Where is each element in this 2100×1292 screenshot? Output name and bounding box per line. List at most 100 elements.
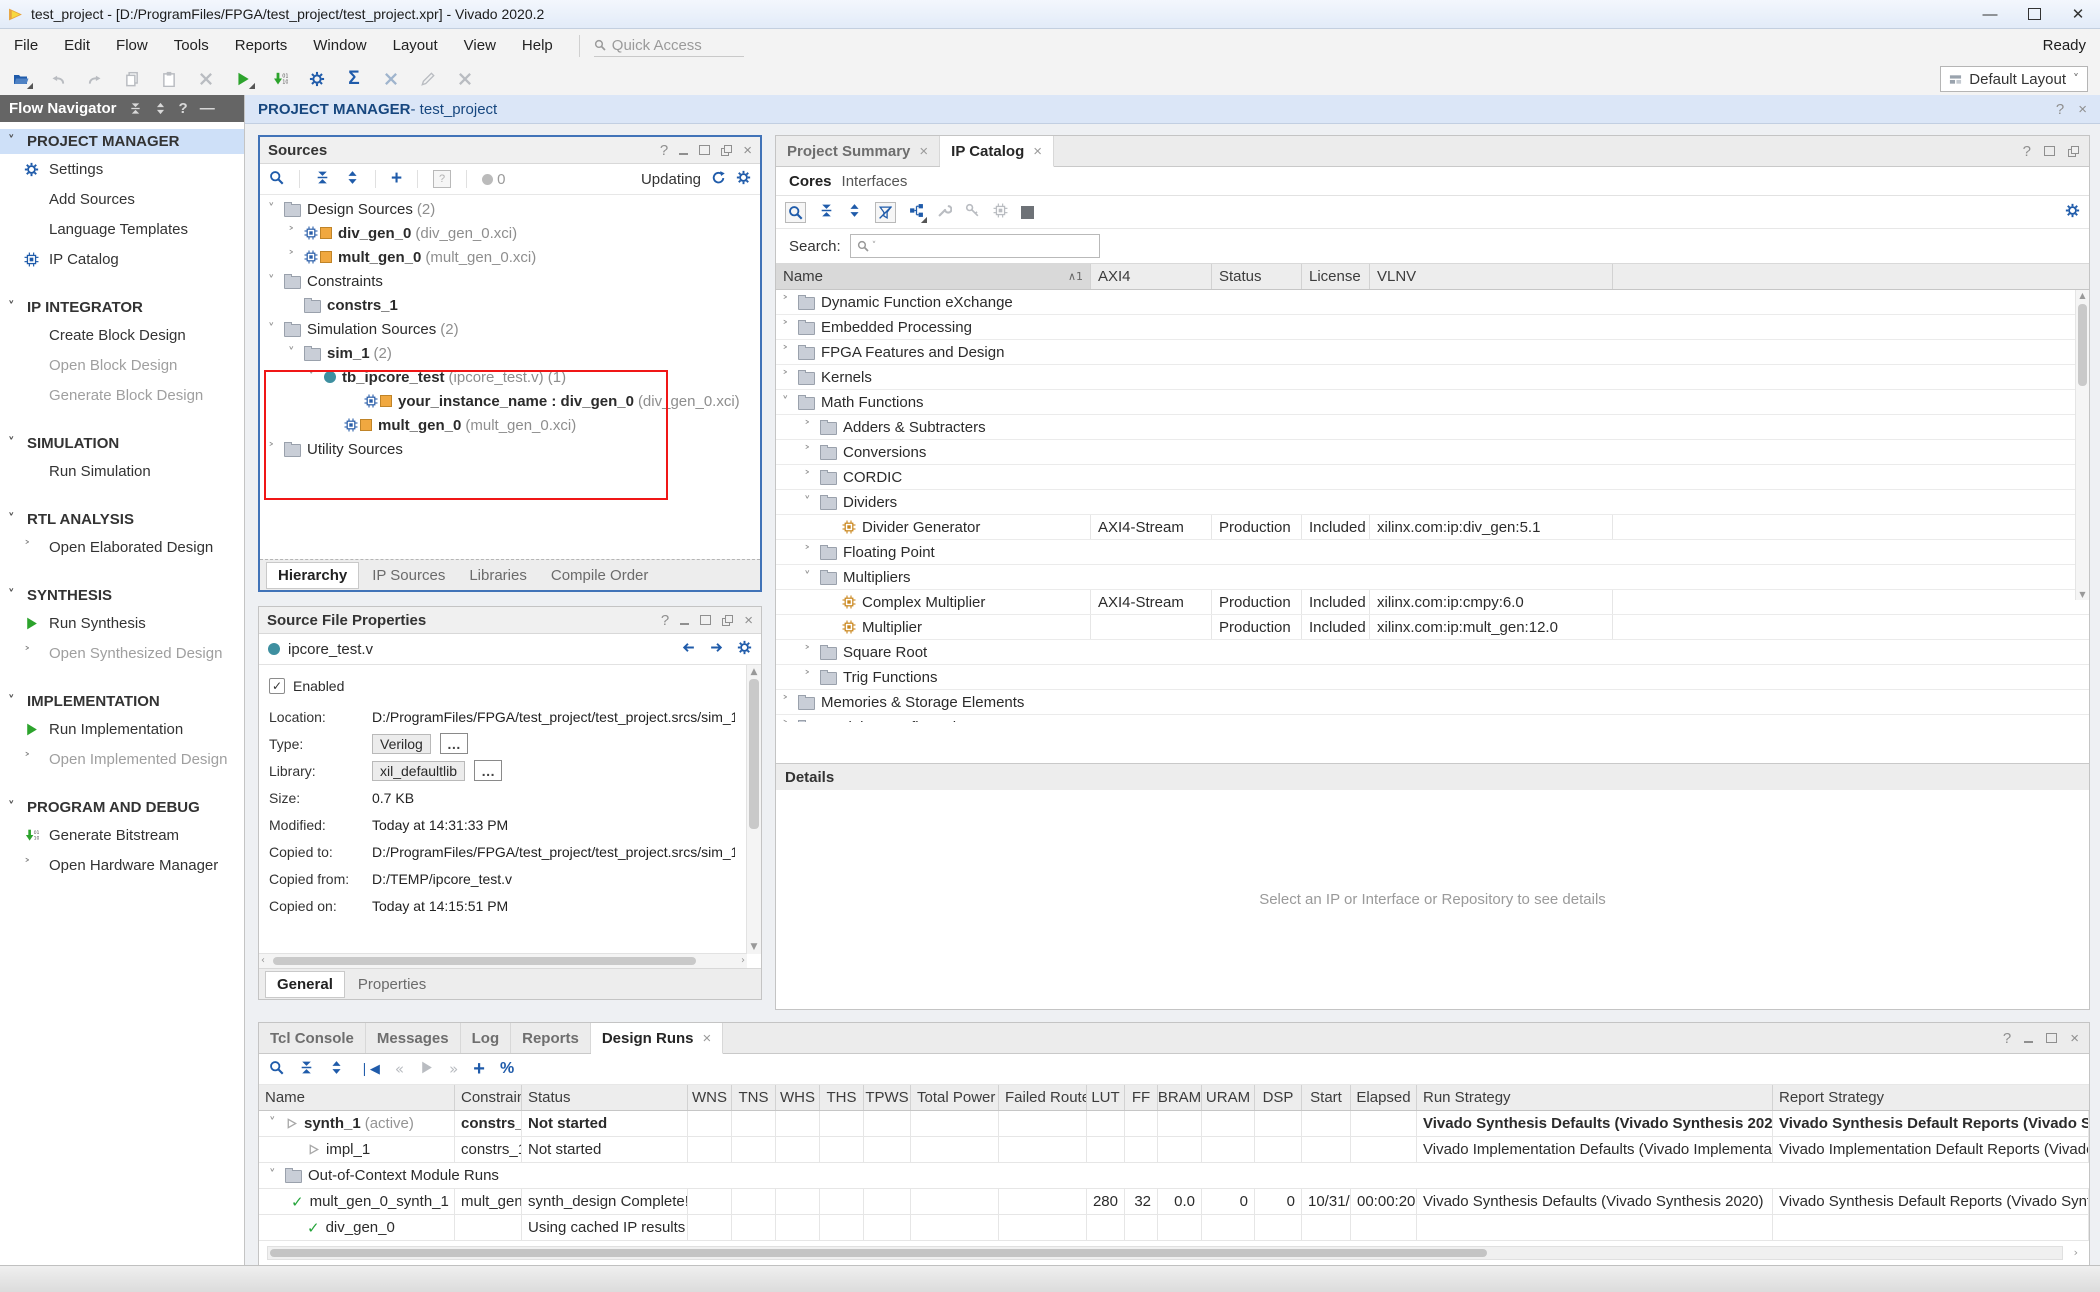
column-header[interactable]: WHS [776, 1085, 820, 1110]
expand-closed-icon[interactable]: ˃ [782, 720, 798, 723]
rewind-icon[interactable]: « [395, 1060, 404, 1078]
float-icon[interactable] [722, 615, 733, 626]
property-input[interactable]: xil_defaultlib [372, 761, 465, 781]
section-chevron-icon[interactable]: ˅ [8, 694, 27, 709]
flow-navigator-item[interactable]: Open Block Design [0, 350, 244, 380]
column-header[interactable]: Failed Routes [999, 1085, 1087, 1110]
chevron-right-icon[interactable]: ˃ [24, 646, 49, 661]
menu-item[interactable]: Help [522, 37, 553, 54]
help-icon[interactable]: ? [661, 612, 669, 629]
column-header[interactable]: THS [820, 1085, 864, 1110]
column-header[interactable]: URAM [1202, 1085, 1255, 1110]
bottom-tab[interactable]: Reports [511, 1023, 591, 1053]
expand-open-icon[interactable]: ˅ [804, 495, 820, 510]
ip-catalog-row[interactable]: ˃ Partial Reconfiguration [776, 715, 2089, 722]
flow-navigator-item[interactable]: ˅ SIMULATION [0, 431, 244, 456]
column-header[interactable]: Run Strategy [1417, 1085, 1773, 1110]
bottom-tab[interactable]: Tcl Console [259, 1023, 366, 1053]
ip-catalog-row[interactable]: ˃ CORDIC [776, 465, 2089, 490]
play-icon[interactable] [419, 1060, 434, 1079]
ip-catalog-row[interactable]: ˃ Dynamic Function eXchange [776, 290, 2089, 315]
scope-help-icon[interactable]: ? [433, 170, 451, 188]
source-tree-item[interactable]: ˃ div_gen_0 (div_gen_0.xci) [260, 221, 760, 245]
expand-open-icon[interactable]: ˅ [268, 274, 284, 289]
flow-navigator-item[interactable]: Run Simulation [0, 456, 244, 486]
window-maximize-button[interactable] [2012, 0, 2056, 28]
ip-catalog-row[interactable]: ˃ Kernels [776, 365, 2089, 390]
browse-button[interactable]: … [440, 733, 468, 754]
sources-view-tab[interactable]: Libraries [458, 563, 538, 588]
design-run-row[interactable]: ✓ div_gen_0 Using cached IP results [259, 1215, 2089, 1241]
expand-all-icon[interactable] [154, 102, 167, 115]
flow-navigator-item[interactable]: Language Templates [0, 214, 244, 244]
sources-panel-header[interactable]: Sources ? × [260, 137, 760, 164]
column-header[interactable]: FF [1125, 1085, 1158, 1110]
flow-navigator-item[interactable]: Generate Block Design [0, 380, 244, 410]
license-key-icon[interactable] [965, 203, 980, 222]
ip-settings-icon[interactable] [993, 203, 1008, 222]
bottom-tab[interactable]: Log [461, 1023, 512, 1053]
properties-panel-header[interactable]: Source File Properties ? × [259, 607, 761, 634]
column-header[interactable]: Start [1302, 1085, 1351, 1110]
generate-bitstream-icon[interactable] [271, 70, 289, 88]
vertical-scrollbar[interactable]: ▲ ▼ [2075, 290, 2089, 600]
enabled-checkbox[interactable]: ✓ [269, 678, 285, 694]
expand-closed-icon[interactable]: ˃ [804, 470, 820, 485]
expand-closed-icon[interactable]: ˃ [804, 545, 820, 560]
column-header[interactable]: Elapsed [1351, 1085, 1417, 1110]
sources-view-tab[interactable]: IP Sources [361, 563, 456, 588]
sources-view-tab[interactable]: Compile Order [540, 563, 660, 588]
expand-all-icon[interactable] [847, 203, 862, 222]
help-icon[interactable]: ? [2003, 1030, 2011, 1047]
flow-navigator-item[interactable]: IP Catalog [0, 244, 244, 274]
window-close-button[interactable]: ✕ [2056, 0, 2100, 28]
source-tree-item[interactable]: ˅ tb_ipcore_test (ipcore_test.v) (1) [260, 365, 760, 389]
flow-navigator-item[interactable]: Create Block Design [0, 320, 244, 350]
column-header[interactable]: Total Power [911, 1085, 999, 1110]
group-by-icon[interactable]: ◢ [909, 203, 924, 222]
section-chevron-icon[interactable]: ˅ [8, 512, 27, 527]
horizontal-scrollbar[interactable]: › [267, 1246, 2063, 1260]
close-icon[interactable]: × [744, 612, 753, 629]
details-header[interactable]: Details [776, 764, 2089, 791]
expand-open-icon[interactable]: ˅ [308, 370, 324, 385]
flow-navigator-item[interactable]: ˅ RTL ANALYSIS [0, 507, 244, 532]
column-header-vlnv[interactable]: VLNV [1370, 264, 1613, 289]
flow-navigator-item[interactable]: Add Sources [0, 184, 244, 214]
help-icon[interactable]: ? [179, 100, 188, 117]
window-minimize-button[interactable]: — [1968, 0, 2012, 28]
ip-catalog-row[interactable]: ˃ Conversions [776, 440, 2089, 465]
horizontal-scrollbar[interactable]: ‹ › [259, 953, 747, 968]
expand-open-icon[interactable]: ˅ [288, 346, 304, 361]
ip-catalog-row[interactable]: ˃ FPGA Features and Design [776, 340, 2089, 365]
float-icon[interactable] [2068, 146, 2079, 157]
settings-icon[interactable] [308, 70, 326, 88]
forward-icon[interactable] [709, 640, 724, 659]
column-header[interactable]: Name [259, 1085, 455, 1110]
source-tree-item[interactable]: ˅ sim_1 (2) [260, 341, 760, 365]
ip-catalog-row[interactable]: ˃ Adders & Subtracters [776, 415, 2089, 440]
menu-item[interactable]: Tools [174, 37, 209, 54]
section-chevron-icon[interactable]: ˅ [8, 300, 27, 315]
browse-button[interactable]: … [474, 760, 502, 781]
collapse-all-icon[interactable] [315, 170, 330, 189]
percent-icon[interactable]: % [500, 1060, 514, 1078]
maximize-icon[interactable] [2046, 1033, 2057, 1043]
source-tree-item[interactable]: ˅ Design Sources (2) [260, 197, 760, 221]
flow-navigator-item[interactable]: Run Implementation [0, 714, 244, 744]
ip-catalog-row[interactable]: ˃ Embedded Processing [776, 315, 2089, 340]
collapse-all-icon[interactable] [819, 203, 834, 222]
source-tree-item[interactable]: constrs_1 [260, 293, 760, 317]
redo-icon[interactable] [86, 70, 104, 88]
design-run-row[interactable]: ˅ Out-of-Context Module Runs [259, 1163, 2089, 1189]
flow-navigator-item[interactable]: Run Synthesis [0, 608, 244, 638]
dark-square-icon[interactable] [1021, 206, 1034, 219]
chevron-right-icon[interactable]: ˃ [24, 858, 49, 873]
column-header[interactable]: Constraints [455, 1085, 522, 1110]
section-chevron-icon[interactable]: ˅ [8, 436, 27, 451]
section-chevron-icon[interactable]: ˅ [8, 588, 27, 603]
back-icon[interactable] [681, 640, 696, 659]
expand-closed-icon[interactable]: ˃ [804, 445, 820, 460]
expand-closed-icon[interactable]: ˃ [782, 370, 798, 385]
expand-open-icon[interactable]: ˅ [269, 1116, 285, 1131]
